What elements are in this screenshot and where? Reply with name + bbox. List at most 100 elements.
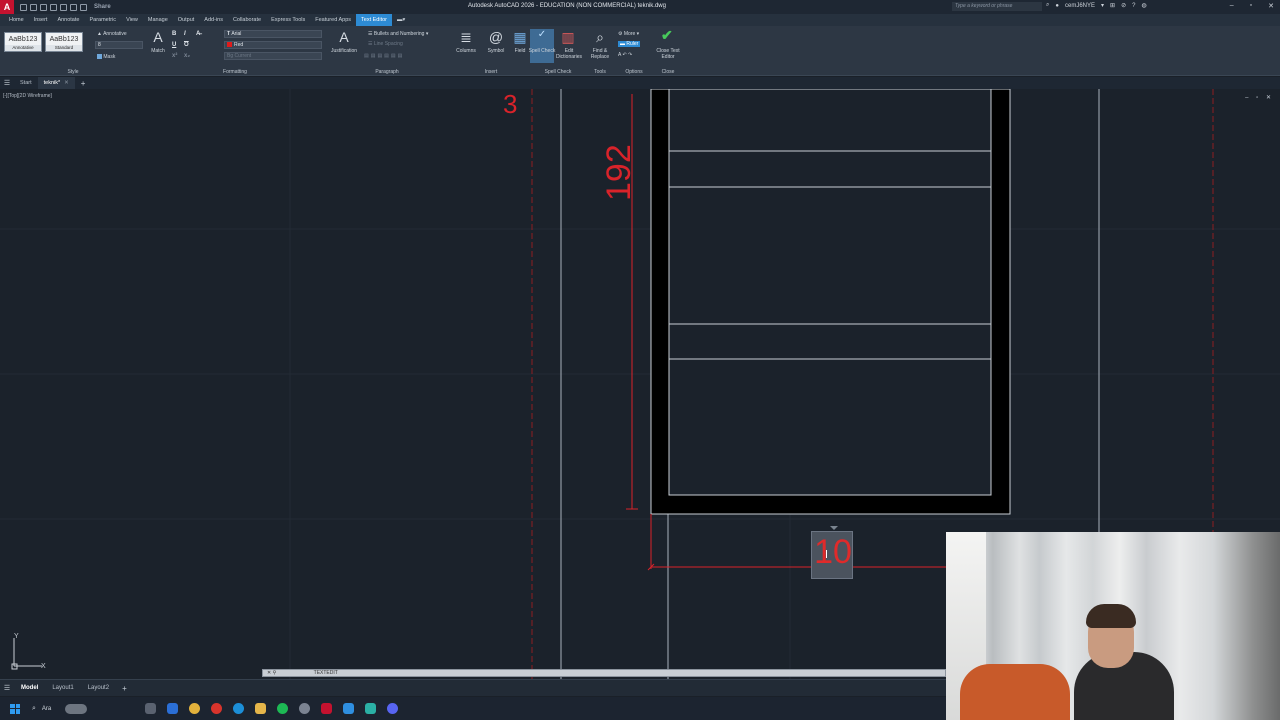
undo-icon[interactable] — [70, 3, 77, 11]
app-logo[interactable]: A — [0, 0, 14, 14]
tab-model[interactable]: Model — [14, 685, 45, 691]
spotify-icon[interactable] — [277, 703, 288, 714]
match-properties-icon[interactable]: A — [146, 29, 170, 45]
command-line-settings-icon[interactable]: ⚲ — [273, 670, 277, 676]
line-spacing-button[interactable]: ☰ Line Spacing — [368, 41, 403, 47]
italic-button[interactable]: I — [184, 31, 186, 37]
spell-check-label: Spell Check — [528, 48, 556, 54]
close-tab-icon[interactable]: ✕ — [64, 80, 69, 86]
chrome-icon[interactable] — [189, 703, 200, 714]
help-icon[interactable]: ? — [1132, 3, 1135, 9]
tab-view[interactable]: View — [121, 14, 143, 26]
tab-annotate[interactable]: Annotate — [52, 14, 84, 26]
find-replace-icon[interactable]: ⌕ — [588, 29, 612, 46]
mtext-edit-value[interactable]: 10 — [812, 532, 854, 572]
chevron-down-icon[interactable]: ▾ — [1101, 2, 1104, 9]
file-explorer-icon[interactable] — [255, 703, 266, 714]
field-icon[interactable]: ▦ — [508, 29, 532, 46]
annotative-toggle[interactable]: ▲ Annotative — [97, 31, 127, 37]
justification-icon[interactable]: A — [332, 29, 356, 45]
subscript-icon[interactable]: x₂ — [184, 53, 190, 59]
discord-icon[interactable] — [387, 703, 398, 714]
command-line-close-icon[interactable]: ✕ — [267, 670, 271, 676]
new-tab-icon[interactable]: + — [81, 79, 86, 88]
command-line[interactable]: ✕ ⚲ TEXTEDIT — [262, 669, 946, 677]
paragraph-align-icons[interactable]: ▤▤▤▤▤▤ — [364, 53, 404, 59]
tab-express-tools[interactable]: Express Tools — [266, 14, 310, 26]
viewport-controls[interactable]: – ▫ ✕ — [1245, 94, 1274, 101]
columns-icon[interactable]: ≣ — [454, 29, 478, 46]
tab-add-ins[interactable]: Add-ins — [199, 14, 228, 26]
viewport-label[interactable]: [-][Top][2D Wireframe] — [3, 93, 52, 99]
link-icon[interactable]: ⊘ — [1121, 2, 1126, 9]
layout-menu-icon[interactable]: ☰ — [0, 684, 14, 692]
tab-output[interactable]: Output — [173, 14, 200, 26]
superscript-icon[interactable]: x² — [172, 53, 177, 59]
tab-home[interactable]: Home — [4, 14, 29, 26]
close-text-editor-label[interactable]: Close Text Editor — [653, 48, 683, 60]
ribbon-overflow-icon[interactable]: ▬▾ — [392, 14, 410, 26]
style-swatch-standard[interactable]: AaBb123 Standard — [45, 32, 83, 52]
menu-icon[interactable]: ☰ — [0, 79, 14, 87]
overline-button[interactable]: O — [184, 42, 189, 48]
add-layout-icon[interactable]: + — [122, 684, 127, 693]
tab-layout1[interactable]: Layout1 — [45, 685, 80, 691]
account-icon[interactable]: ◍ — [1141, 2, 1146, 9]
search-icon[interactable]: ⌕ — [1046, 2, 1049, 9]
app-icon[interactable] — [365, 703, 376, 714]
save-icon[interactable] — [40, 3, 47, 11]
underline-button[interactable]: U — [172, 42, 176, 48]
user-name[interactable]: cemJ6NYE — [1065, 3, 1095, 9]
windows-start-icon[interactable] — [10, 703, 20, 714]
dimension-text-192[interactable]: 192 — [600, 144, 638, 201]
search-input[interactable]: Type a keyword or phrase — [952, 2, 1042, 11]
ruler-button[interactable]: ▬ Ruler — [618, 41, 641, 47]
doc-tab-teknik[interactable]: teknik* ✕ — [37, 77, 75, 89]
edge-icon[interactable] — [233, 703, 244, 714]
store-icon[interactable] — [167, 703, 178, 714]
undo-redo-icon[interactable]: A ↶ ↷ — [618, 52, 632, 58]
close-icon[interactable]: ✕ — [1268, 2, 1274, 10]
tab-text-editor[interactable]: Text Editor — [356, 14, 392, 26]
telegram-icon[interactable] — [343, 703, 354, 714]
style-swatch-annotative[interactable]: AaBb123 Annotative — [4, 32, 42, 52]
tab-collaborate[interactable]: Collaborate — [228, 14, 266, 26]
tab-parametric[interactable]: Parametric — [84, 14, 121, 26]
color-dropdown[interactable]: Red — [224, 41, 322, 49]
mtext-edit-box[interactable]: 10 — [811, 531, 853, 579]
strike-icon[interactable]: A̶ — [196, 31, 200, 37]
bullets-button[interactable]: ☰ Bullets and Numbering ▾ — [368, 31, 428, 37]
doc-tab-start[interactable]: Start — [14, 77, 38, 89]
minimize-icon[interactable]: – — [1230, 2, 1234, 10]
more-button[interactable]: ⚙ More ▾ — [618, 31, 639, 37]
autocad-taskbar-icon[interactable] — [321, 703, 332, 714]
taskbar-search[interactable]: ⌕ Ara — [32, 703, 137, 714]
symbol-icon[interactable]: @ — [484, 29, 508, 45]
spell-check-icon[interactable]: ✓ — [530, 29, 554, 63]
restore-icon[interactable]: ▫ — [1250, 2, 1252, 10]
new-icon[interactable] — [20, 3, 27, 11]
opera-icon[interactable] — [211, 703, 222, 714]
redo-icon[interactable] — [80, 3, 87, 11]
plot-icon[interactable] — [60, 3, 67, 11]
close-text-editor-check-icon[interactable]: ✔ — [661, 27, 673, 44]
settings-icon[interactable] — [299, 703, 310, 714]
user-icon[interactable]: ● — [1055, 3, 1059, 9]
tab-featured-apps[interactable]: Featured Apps — [310, 14, 356, 26]
font-dropdown[interactable]: 𝐓 Arial — [224, 30, 322, 38]
background-dropdown[interactable]: Bg Current — [224, 52, 322, 60]
tab-insert[interactable]: Insert — [29, 14, 53, 26]
text-height-dropdown[interactable]: 8 — [95, 41, 143, 49]
tab-manage[interactable]: Manage — [143, 14, 173, 26]
mask-button[interactable]: Mask — [97, 54, 115, 60]
tab-layout2[interactable]: Layout2 — [81, 685, 116, 691]
share-button[interactable]: Share — [94, 4, 111, 10]
open-icon[interactable] — [30, 3, 37, 11]
bold-button[interactable]: B — [172, 31, 176, 37]
cart-icon[interactable]: ⊞ — [1110, 2, 1115, 9]
command-text: TEXTEDIT — [313, 670, 338, 676]
edit-dictionaries-icon[interactable]: ▥ — [556, 29, 580, 46]
task-view-icon[interactable] — [145, 703, 156, 714]
save-as-icon[interactable] — [50, 3, 57, 11]
dimension-text-3[interactable]: 3 — [503, 89, 517, 119]
